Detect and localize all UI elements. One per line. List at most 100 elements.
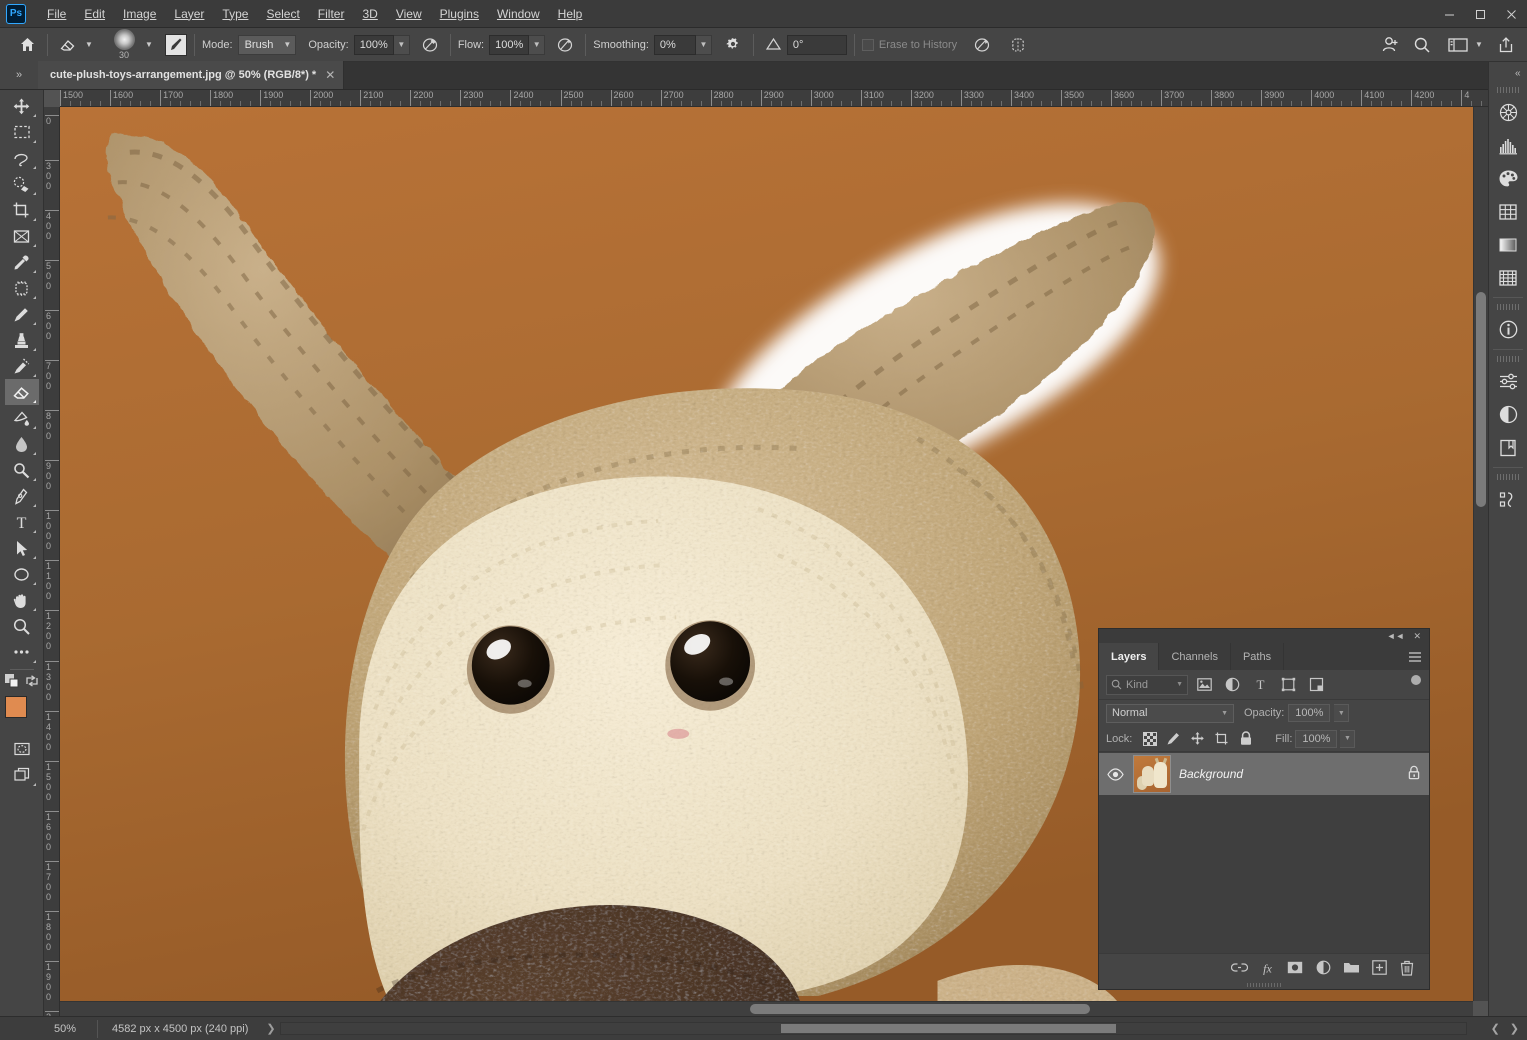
close-icon[interactable]: ✕: [325, 68, 335, 82]
airbrush-icon[interactable]: [552, 33, 578, 57]
frame-tool[interactable]: [5, 223, 39, 249]
pen-tool[interactable]: [5, 483, 39, 509]
layer-visibility-eye-icon[interactable]: [1105, 767, 1125, 781]
new-layer-icon[interactable]: [1369, 958, 1389, 978]
gradients-icon[interactable]: [1492, 229, 1524, 260]
menu-help[interactable]: Help: [549, 3, 592, 25]
history-brush-tool[interactable]: [5, 353, 39, 379]
lock-all-icon[interactable]: [1235, 729, 1256, 749]
horizontal-type-tool[interactable]: T: [5, 509, 39, 535]
filter-pixel-layers-icon[interactable]: [1192, 674, 1216, 696]
brush-tile-icon[interactable]: [165, 33, 187, 56]
smoothing-input[interactable]: 0%: [653, 34, 696, 55]
pressure-size-icon[interactable]: [969, 33, 995, 57]
navigator-icon[interactable]: [1492, 97, 1524, 128]
brush-preset-chevron-down-icon[interactable]: ▼: [141, 35, 157, 55]
delete-layer-icon[interactable]: [1397, 958, 1417, 978]
menu-filter[interactable]: Filter: [309, 3, 354, 25]
double-chevron-right-icon[interactable]: »: [0, 61, 38, 89]
canvas-horizontal-scrollbar-thumb[interactable]: [750, 1004, 1090, 1014]
double-chevron-left-icon[interactable]: «: [1489, 62, 1527, 84]
menu-type[interactable]: Type: [213, 3, 257, 25]
share-icon[interactable]: [1493, 33, 1519, 57]
document-tab[interactable]: cute-plush-toys-arrangement.jpg @ 50% (R…: [38, 61, 345, 89]
dock-grip-4[interactable]: [1497, 473, 1519, 481]
layer-opacity-input[interactable]: 100%: [1288, 704, 1331, 722]
horizontal-ruler[interactable]: 1500 1600 1700 1800 1900 2000 2100 2200 2300 2400…: [60, 90, 1488, 107]
lock-image-pixels-icon[interactable]: [1163, 729, 1184, 749]
tab-layers[interactable]: Layers: [1099, 643, 1160, 670]
workspace-chevron-down-icon[interactable]: ▼: [1471, 35, 1487, 55]
brush-tool[interactable]: [5, 301, 39, 327]
filter-adjustment-layers-icon[interactable]: [1220, 674, 1244, 696]
close-button[interactable]: [1496, 0, 1527, 28]
adjustments-icon[interactable]: [1492, 366, 1524, 397]
lasso-tool[interactable]: [5, 145, 39, 171]
color-icon[interactable]: [1492, 163, 1524, 194]
clone-stamp-tool[interactable]: [5, 327, 39, 353]
lock-artboard-nesting-icon[interactable]: [1211, 729, 1232, 749]
hand-tool[interactable]: [5, 587, 39, 613]
menu-3d[interactable]: 3D: [353, 3, 386, 25]
flow-chevron-down-icon[interactable]: ▼: [529, 34, 546, 55]
layer-fill-input[interactable]: 100%: [1295, 729, 1338, 748]
layer-style-fx-icon[interactable]: fx: [1257, 958, 1277, 978]
zoom-tool[interactable]: [5, 613, 39, 639]
patterns-icon[interactable]: [1492, 262, 1524, 293]
menu-edit[interactable]: Edit: [75, 3, 114, 25]
search-icon[interactable]: [1409, 33, 1435, 57]
layer-styles-icon[interactable]: [1492, 399, 1524, 430]
eraser-icon[interactable]: [55, 33, 81, 57]
new-group-icon[interactable]: [1341, 958, 1361, 978]
opacity-chevron-down-icon[interactable]: ▼: [393, 34, 410, 55]
object-selection-tool[interactable]: [5, 171, 39, 197]
quick-mask-icon[interactable]: [5, 736, 39, 762]
maximize-button[interactable]: [1465, 0, 1496, 28]
vertical-ruler[interactable]: 0 300 400 500 600 700 800 900 1000 1100 1200 1300 14…: [44, 107, 60, 1016]
filter-type-layers-icon[interactable]: T: [1248, 674, 1272, 696]
status-scrollbar[interactable]: [280, 1022, 1467, 1035]
canvas-horizontal-scrollbar[interactable]: [60, 1001, 1473, 1016]
libraries-icon[interactable]: [1492, 432, 1524, 463]
menu-window[interactable]: Window: [488, 3, 549, 25]
mode-select[interactable]: Brush ▼: [237, 34, 297, 55]
color-swatches[interactable]: [4, 696, 39, 730]
screen-mode-icon[interactable]: [5, 762, 39, 788]
panel-menu-icon[interactable]: [1401, 643, 1429, 670]
close-icon[interactable]: ✕: [1413, 631, 1421, 642]
minimize-button[interactable]: [1434, 0, 1465, 28]
blur-tool[interactable]: [5, 431, 39, 457]
menu-file[interactable]: File: [38, 3, 75, 25]
eraser-tool[interactable]: [4, 379, 39, 405]
layer-list[interactable]: Background: [1099, 752, 1429, 953]
lock-position-icon[interactable]: [1187, 729, 1208, 749]
menu-image[interactable]: Image: [114, 3, 165, 25]
double-chevron-left-icon[interactable]: ◄◄: [1387, 631, 1405, 641]
scroll-right-icon[interactable]: ❯: [1510, 1022, 1519, 1035]
histogram-icon[interactable]: [1492, 130, 1524, 161]
dock-grip-3[interactable]: [1497, 355, 1519, 363]
add-user-icon[interactable]: [1377, 33, 1403, 57]
opacity-input[interactable]: 100%: [353, 34, 394, 55]
blend-mode-select[interactable]: Normal ▼: [1106, 703, 1234, 723]
swap-colors-icon[interactable]: [25, 674, 39, 691]
filter-toggle-switch[interactable]: [1410, 674, 1422, 695]
workspace-icon[interactable]: [1445, 33, 1471, 57]
filter-smart-objects-icon[interactable]: [1304, 674, 1328, 696]
status-scrollbar-thumb[interactable]: [781, 1024, 1116, 1033]
layer-opacity-chevron-down-icon[interactable]: ▼: [1334, 704, 1350, 722]
move-tool[interactable]: [5, 93, 39, 119]
gradient-tool[interactable]: [5, 405, 39, 431]
foreground-color-swatch[interactable]: [4, 696, 27, 718]
layer-thumbnail[interactable]: [1133, 755, 1171, 793]
tab-paths[interactable]: Paths: [1231, 643, 1285, 670]
filter-shape-layers-icon[interactable]: [1276, 674, 1300, 696]
tab-channels[interactable]: Channels: [1159, 643, 1231, 670]
default-colors-icon[interactable]: [4, 674, 19, 691]
scroll-left-icon[interactable]: ❮: [1491, 1022, 1500, 1035]
menu-layer[interactable]: Layer: [165, 3, 213, 25]
link-layers-icon[interactable]: [1229, 958, 1249, 978]
layer-fill-chevron-down-icon[interactable]: ▼: [1340, 729, 1356, 748]
edit-toolbar-button[interactable]: [5, 639, 39, 665]
canvas-vertical-scrollbar-thumb[interactable]: [1476, 292, 1486, 507]
